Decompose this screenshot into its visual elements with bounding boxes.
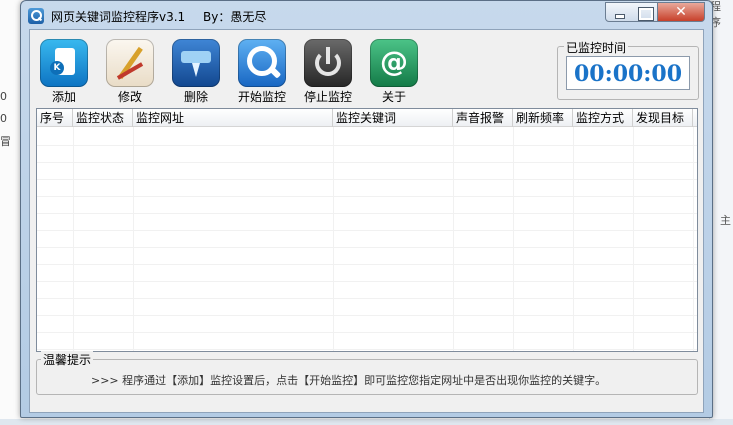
close-button[interactable]: ✕ bbox=[658, 2, 705, 22]
elapsed-time-legend: 已监控时间 bbox=[564, 39, 629, 56]
column-header-status[interactable]: 监控状态 bbox=[73, 109, 133, 127]
grid-row-line bbox=[37, 332, 697, 333]
at-sign-icon: @ bbox=[370, 39, 418, 87]
grid-row-line bbox=[37, 230, 697, 231]
minimize-button[interactable] bbox=[605, 2, 632, 22]
tips-group: 温馨提示 >>> 程序通过【添加】监控设置后，点击【开始监控】即可监控您指定网址… bbox=[36, 351, 698, 395]
stop-monitor-button[interactable]: 停止监控 bbox=[298, 36, 358, 106]
delete-button[interactable]: 删除 bbox=[166, 36, 226, 106]
power-icon bbox=[304, 39, 352, 87]
start-monitor-button[interactable]: 开始监控 bbox=[232, 36, 292, 106]
table-header: 序号 监控状态 监控网址 监控关键词 声音报警 刷新频率 监控方式 发现目标 bbox=[37, 109, 697, 127]
grid-row-line bbox=[37, 213, 697, 214]
tips-text: >>> 程序通过【添加】监控设置后，点击【开始监控】即可监控您指定网址中是否出现… bbox=[91, 374, 607, 387]
main-window: 网页关键词监控程序v3.1 By：愚无尽 ✕ 添加 修改 删除 开始监控 停止监… bbox=[20, 0, 713, 418]
column-header-sound-alarm[interactable]: 声音报警 bbox=[453, 109, 513, 127]
background-text: 主 bbox=[720, 214, 731, 227]
window-author: By：愚无尽 bbox=[203, 10, 267, 24]
background-text: 0 bbox=[0, 90, 7, 103]
grid-row-line bbox=[37, 264, 697, 265]
grid-column-line bbox=[73, 127, 74, 351]
grid-row-line bbox=[37, 179, 697, 180]
tips-legend: 温馨提示 bbox=[41, 351, 94, 368]
elapsed-time-value: 00:00:00 bbox=[573, 61, 683, 87]
column-header-found-target[interactable]: 发现目标 bbox=[633, 109, 693, 127]
grid-row-line bbox=[37, 281, 697, 282]
background-text: 0 bbox=[0, 112, 7, 125]
at-glyph: @ bbox=[380, 45, 408, 78]
grid-row-line bbox=[37, 315, 697, 316]
grid-column-line bbox=[513, 127, 514, 351]
monitor-table[interactable]: 序号 监控状态 监控网址 监控关键词 声音报警 刷新频率 监控方式 发现目标 bbox=[36, 108, 698, 352]
grid-row-line bbox=[37, 247, 697, 248]
magnifier-app-icon bbox=[28, 8, 44, 24]
magnifier-icon bbox=[238, 39, 286, 87]
close-icon: ✕ bbox=[675, 4, 687, 20]
grid-column-line bbox=[133, 127, 134, 351]
edit-button[interactable]: 修改 bbox=[100, 36, 160, 106]
edit-button-label: 修改 bbox=[117, 90, 142, 104]
column-header-monitor-mode[interactable]: 监控方式 bbox=[573, 109, 633, 127]
elapsed-time-group: 已监控时间 00:00:00 bbox=[557, 39, 699, 100]
column-header-refresh-rate[interactable]: 刷新频率 bbox=[513, 109, 573, 127]
about-button-label: 关于 bbox=[381, 90, 406, 104]
grid-row-line bbox=[37, 298, 697, 299]
grid-row-line bbox=[37, 145, 697, 146]
about-button[interactable]: @ 关于 bbox=[364, 36, 424, 106]
edit-tools-icon bbox=[106, 39, 154, 87]
column-header-keyword[interactable]: 监控关键词 bbox=[333, 109, 453, 127]
background-text: 程序 bbox=[710, 0, 721, 29]
elapsed-time-display: 00:00:00 bbox=[566, 56, 690, 90]
background-window-bottom bbox=[0, 419, 733, 425]
delete-button-label: 删除 bbox=[183, 90, 208, 104]
delete-icon bbox=[172, 39, 220, 87]
grid-column-line bbox=[693, 127, 694, 351]
background-text: 冒 bbox=[0, 135, 11, 148]
client-area: 添加 修改 删除 开始监控 停止监控 @ 关于 已监控时间 00:00:00 bbox=[29, 29, 704, 413]
start-monitor-label: 开始监控 bbox=[237, 90, 286, 104]
title-bar[interactable]: 网页关键词监控程序v3.1 By：愚无尽 ✕ bbox=[21, 1, 712, 29]
grid-column-line bbox=[633, 127, 634, 351]
add-button-label: 添加 bbox=[51, 90, 76, 104]
maximize-button[interactable] bbox=[631, 2, 658, 22]
grid-row-line bbox=[37, 196, 697, 197]
column-header-url[interactable]: 监控网址 bbox=[133, 109, 333, 127]
grid-column-line bbox=[333, 127, 334, 351]
grid-row-line bbox=[37, 349, 697, 350]
add-list-icon bbox=[40, 39, 88, 87]
add-button[interactable]: 添加 bbox=[34, 36, 94, 106]
grid-column-line bbox=[453, 127, 454, 351]
grid-row-line bbox=[37, 162, 697, 163]
stop-monitor-label: 停止监控 bbox=[303, 90, 352, 104]
column-header-index[interactable]: 序号 bbox=[37, 109, 73, 127]
window-title: 网页关键词监控程序v3.1 bbox=[51, 10, 186, 24]
background-window-left: 0 0 冒 bbox=[0, 0, 22, 425]
grid-column-line bbox=[573, 127, 574, 351]
